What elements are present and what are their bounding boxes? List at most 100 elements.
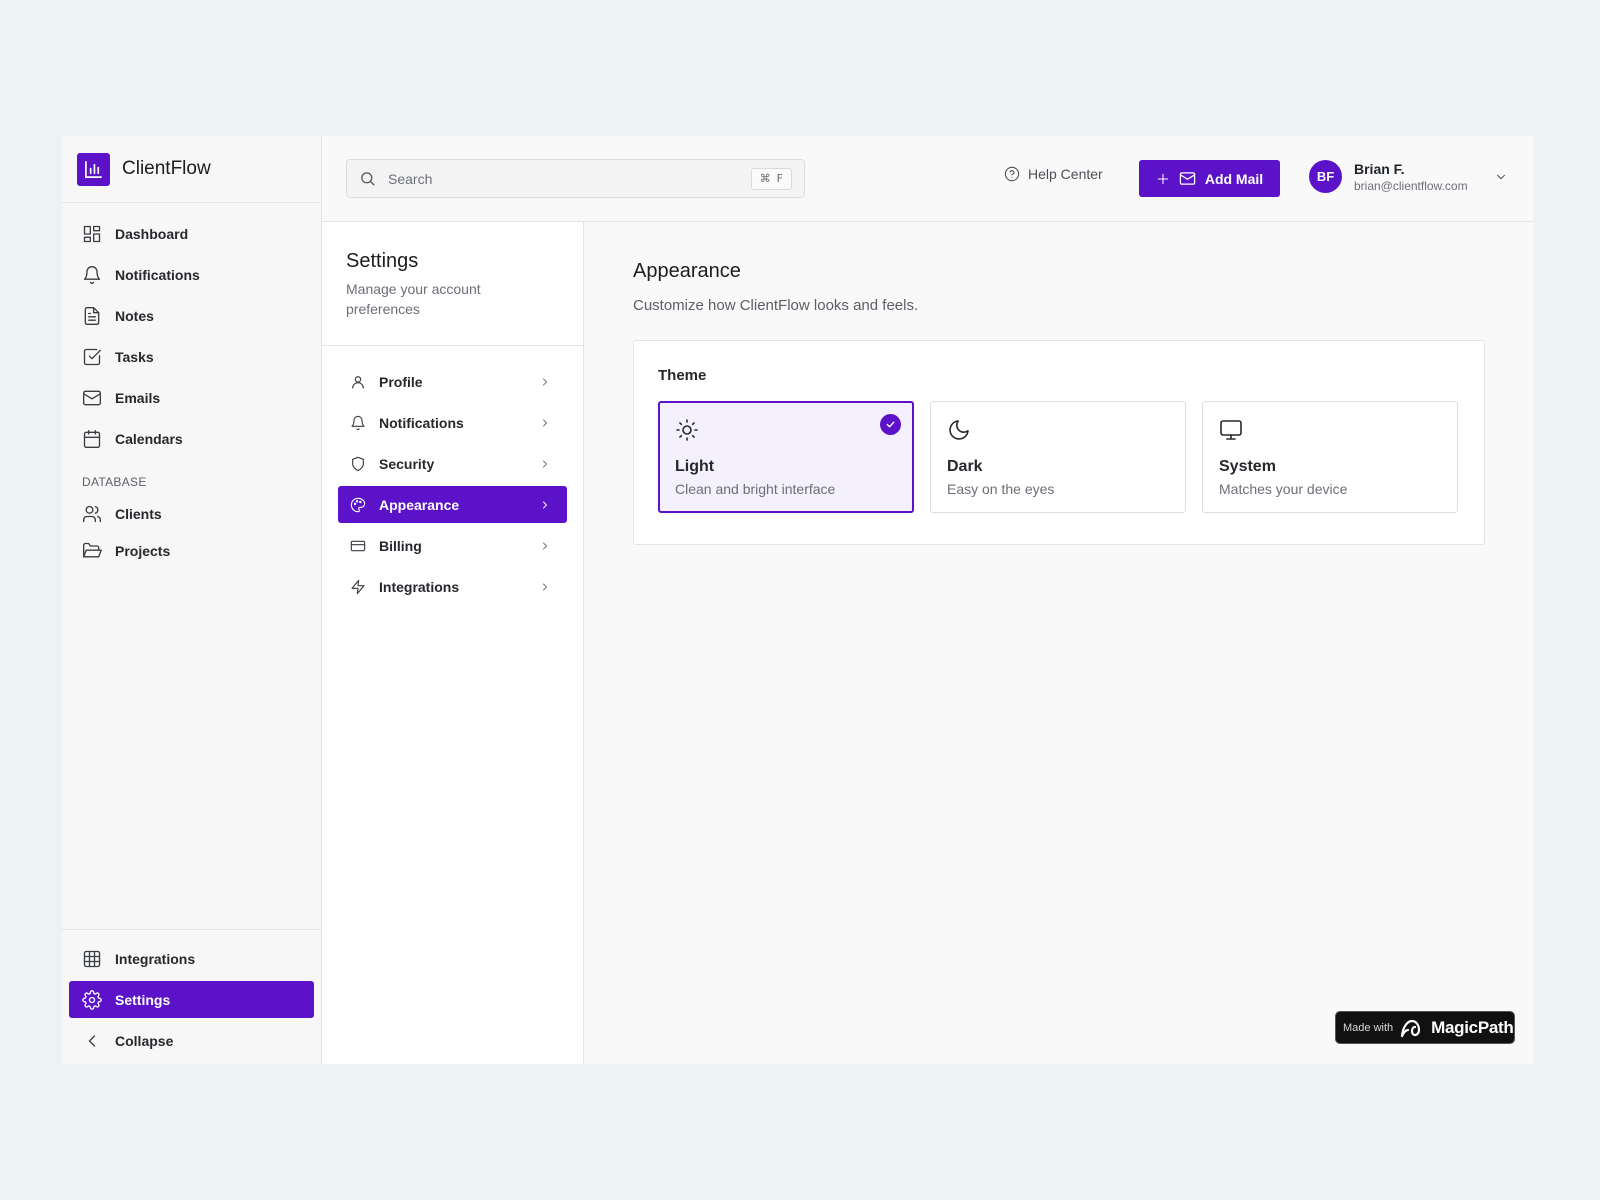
document-icon [84,306,100,325]
dashboard-icon [83,225,101,242]
settings-item-label: Appearance [379,496,460,513]
lightning-icon [351,579,365,594]
add-mail-button[interactable]: Add Mail [1139,160,1280,197]
app-window: ClientFlow Dashboard Notifications Notes… [62,136,1533,1064]
folder-icon [83,542,102,557]
user-email: brian@clientflow.com [1354,178,1468,193]
sidebar-item-collapse[interactable]: Collapse [69,1020,314,1061]
sidebar-item-notifications[interactable]: Notifications [62,254,321,295]
settings-item-notifications[interactable]: Notifications [338,404,567,441]
chevron-right-icon [543,501,547,508]
chevron-right-icon [543,460,547,467]
settings-item-label: Billing [379,537,422,554]
sidebar-item-integrations[interactable]: Integrations [69,938,314,979]
chevron-right-icon [543,419,547,426]
settings-list: Profile Notifications Security Appearanc… [322,346,583,605]
palette-icon [350,497,366,512]
settings-item-label: Integrations [379,578,460,595]
monitor-icon [1220,420,1242,440]
settings-item-label: Notifications [379,414,464,431]
settings-item-security[interactable]: Security [338,445,567,482]
page-subtitle: Customize how ClientFlow looks and feels… [633,297,919,314]
theme-card-title: Theme [658,367,707,384]
sidebar-item-settings[interactable]: Settings [69,981,314,1018]
sidebar-bottom: Integrations Settings Collapse [62,929,321,1064]
page-title: Appearance [633,260,741,282]
appearance-panel: Appearance Customize how ClientFlow look… [584,222,1533,1064]
sidebar-item-calendars[interactable]: Calendars [62,418,321,459]
chevron-left-icon [88,1034,96,1047]
theme-option-dark[interactable]: Dark Easy on the eyes [930,401,1186,513]
settings-subtitle: Manage your account preferences [346,281,481,317]
settings-item-profile[interactable]: Profile [338,363,567,400]
sidebar-item-label: Calendars [115,430,183,447]
theme-name: System [1219,458,1276,475]
chart-logo-icon [77,152,110,186]
sidebar-item-dashboard[interactable]: Dashboard [62,213,321,254]
settings-item-appearance[interactable]: Appearance [338,486,567,523]
theme-name: Light [675,458,715,475]
sidebar-item-label: Projects [115,542,171,559]
grid-icon [83,950,101,967]
content-area: Settings Manage your account preferences… [322,222,1533,1064]
sidebar-item-clients[interactable]: Clients [62,495,321,532]
sidebar-item-label: Clients [115,505,162,522]
sidebar-item-label: Integrations [115,950,196,967]
shield-icon [352,456,364,471]
bell-icon [83,265,101,284]
sidebar-item-tasks[interactable]: Tasks [62,336,321,377]
mail-icon [83,390,102,405]
moon-icon [949,420,969,440]
badge-brand: MagicPath [1431,1017,1514,1037]
chevron-right-icon [543,583,547,590]
search-shortcut: ⌘ F [750,167,792,190]
sidebar: ClientFlow Dashboard Notifications Notes… [62,136,322,1064]
command-key-icon: ⌘ [759,172,771,185]
chevron-right-icon [543,542,547,549]
sidebar-item-label: Notifications [115,266,200,283]
settings-nav: Settings Manage your account preferences… [322,222,584,1064]
checkbox-icon [83,348,102,365]
mail-icon [1179,172,1196,185]
search-input[interactable]: Search ⌘ F [346,159,805,198]
user-menu[interactable]: BF Brian F. brian@clientflow.com [1309,160,1508,193]
sun-icon [676,419,698,441]
settings-item-billing[interactable]: Billing [338,527,567,564]
search-placeholder: Search [388,170,433,187]
sidebar-item-label: Tasks [115,348,154,365]
credit-card-icon [350,540,366,551]
theme-card: Theme Light Clean and bright interface D… [633,340,1485,545]
made-with-magicpath-badge[interactable]: Made with MagicPath [1335,1011,1515,1044]
chevron-down-icon[interactable] [1494,170,1508,184]
help-center-label: Help Center [1028,166,1103,182]
search-icon [361,172,375,186]
section-label-database: DATABASE [82,475,147,489]
sidebar-item-label: Emails [115,389,161,406]
sidebar-item-label: Collapse [115,1032,174,1049]
avatar: BF [1309,160,1342,193]
settings-header: Settings Manage your account preferences [322,222,583,346]
sidebar-item-projects[interactable]: Projects [62,532,321,569]
user-name: Brian F. [1354,160,1405,177]
theme-option-system[interactable]: System Matches your device [1202,401,1458,513]
brand[interactable]: ClientFlow [62,136,321,203]
users-icon [83,505,102,522]
theme-option-light[interactable]: Light Clean and bright interface [658,401,914,513]
calendar-icon [83,429,101,448]
settings-title: Settings [346,250,419,272]
settings-item-integrations[interactable]: Integrations [338,568,567,605]
main-nav: Dashboard Notifications Notes Tasks Emai… [62,203,321,459]
sidebar-item-emails[interactable]: Emails [62,377,321,418]
theme-name: Dark [947,458,983,475]
bell-icon [351,415,365,430]
theme-desc: Easy on the eyes [947,481,1055,497]
help-circle-icon [1004,166,1020,182]
plus-icon [1157,173,1169,184]
add-mail-label: Add Mail [1204,170,1264,187]
chevron-right-icon [543,378,547,385]
theme-desc: Clean and bright interface [675,481,836,497]
help-center-link[interactable]: Help Center [1004,166,1103,182]
sidebar-item-label: Dashboard [115,225,189,242]
user-icon [352,375,364,389]
sidebar-item-notes[interactable]: Notes [62,295,321,336]
